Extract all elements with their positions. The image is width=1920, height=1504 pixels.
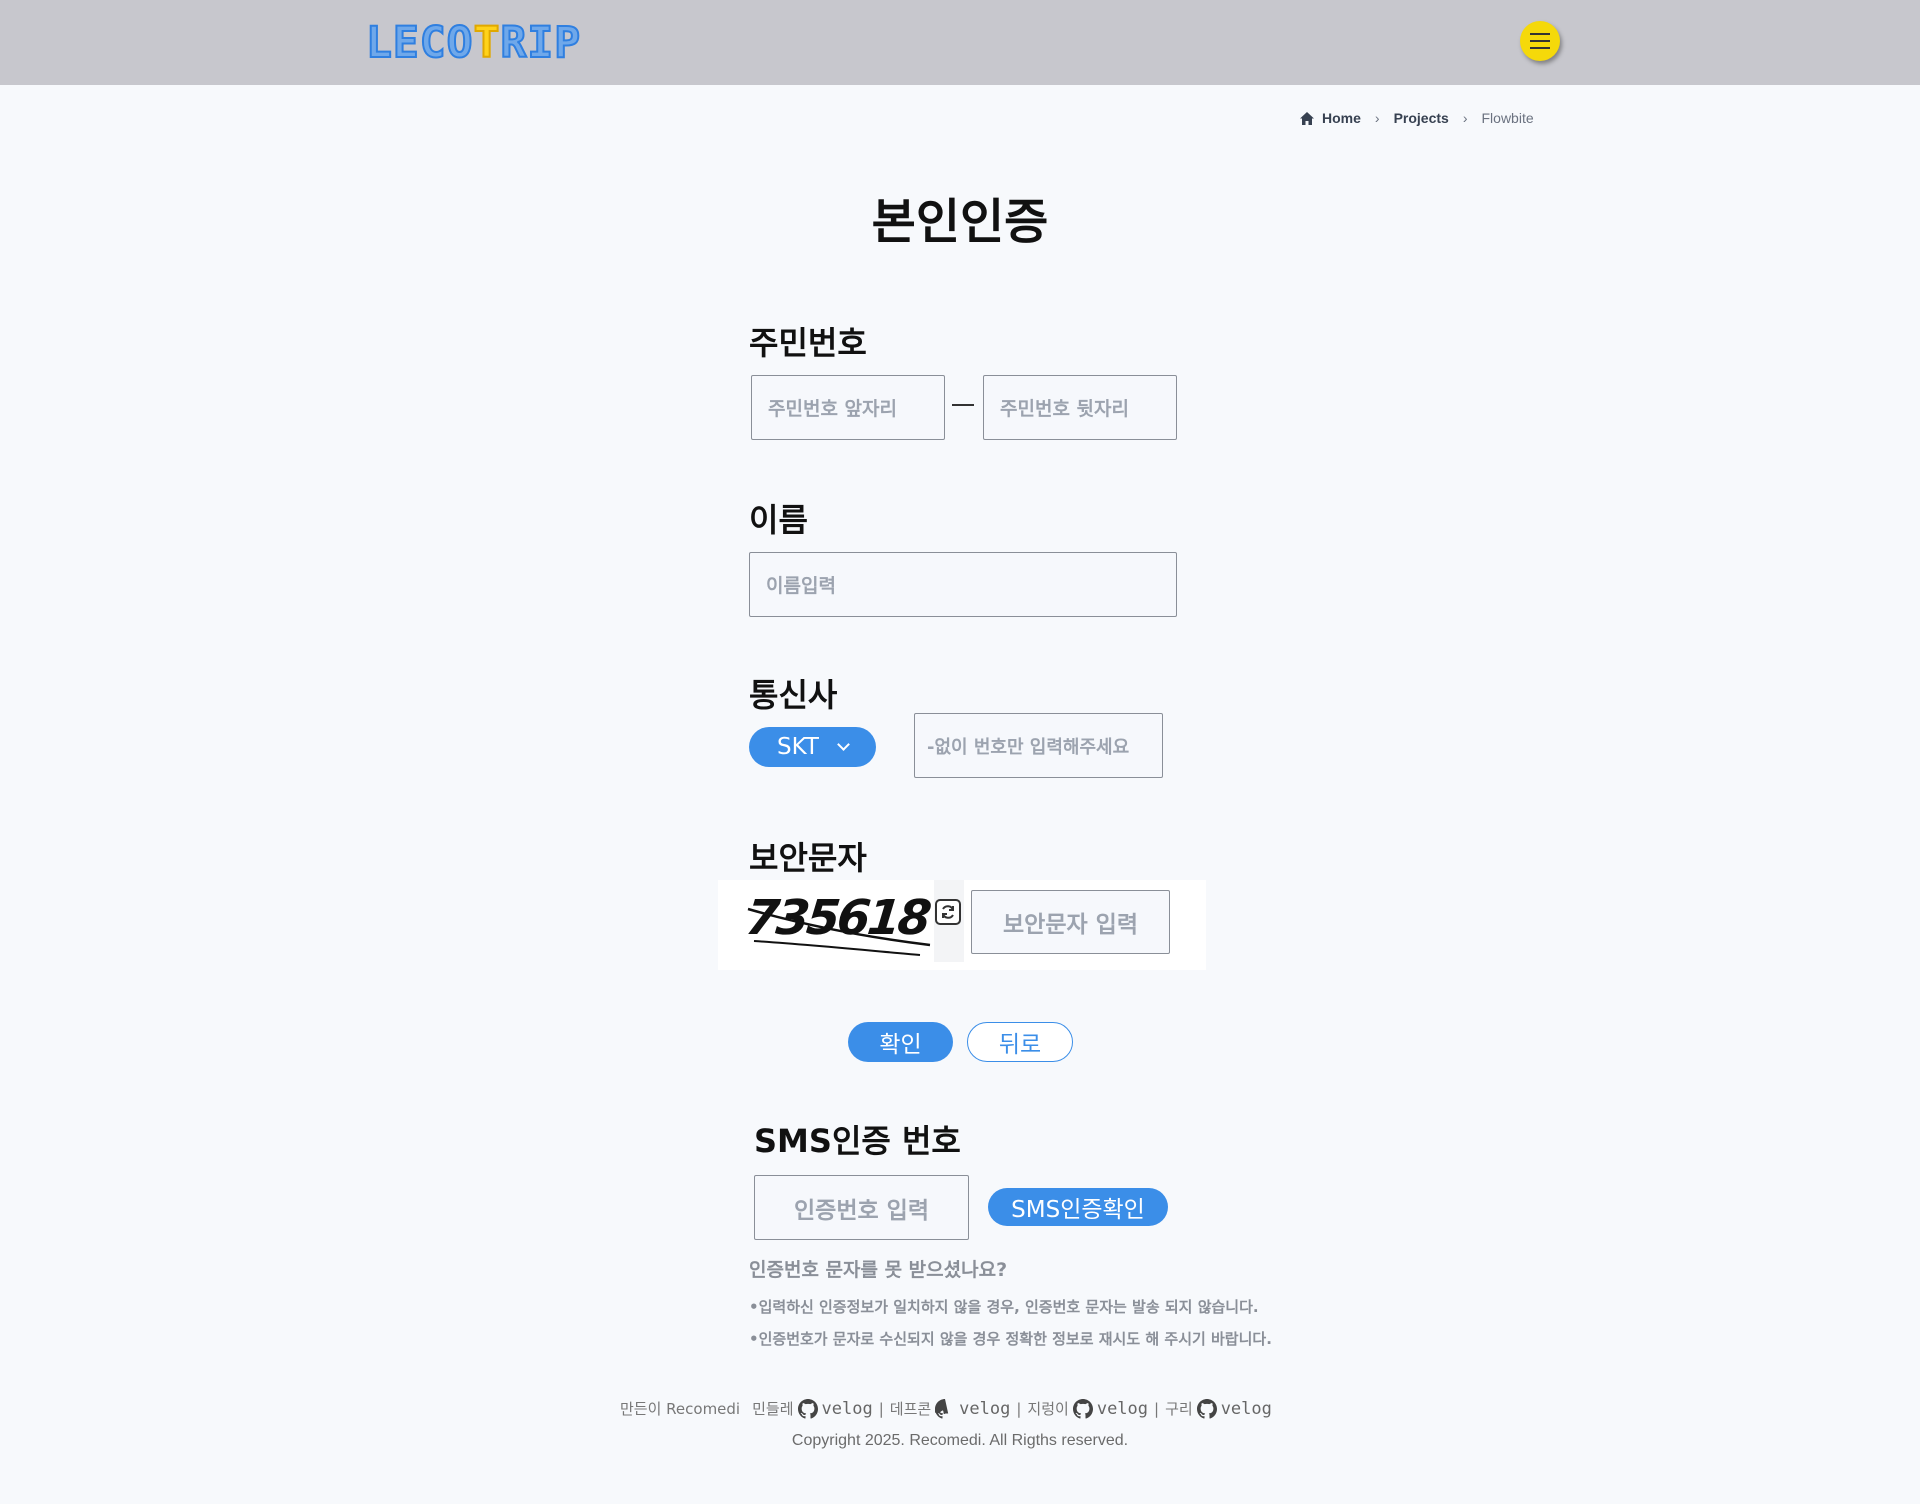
github-icon[interactable]: [1196, 1398, 1217, 1419]
captcha-input[interactable]: 보안문자 입력: [971, 890, 1170, 954]
chevron-down-icon: [837, 737, 850, 751]
sms-code-input[interactable]: 인증번호 입력: [754, 1175, 969, 1240]
confirm-button[interactable]: 확인: [848, 1022, 953, 1062]
back-button[interactable]: 뒤로: [967, 1022, 1073, 1062]
breadcrumb: Home › Projects › Flowbite: [1300, 110, 1534, 126]
rrn-back-input[interactable]: 주민번호 뒷자리: [983, 375, 1177, 440]
rrn-dash: [952, 404, 974, 406]
hamburger-menu-icon[interactable]: [1520, 21, 1560, 61]
github-icon[interactable]: [935, 1398, 955, 1419]
sms-notice-1: •입력하신 인증정보가 일치하지 않을 경우, 인증번호 문자는 발송 되지 않…: [749, 1298, 1259, 1316]
logo-text-3: RIP: [499, 17, 582, 69]
refresh-icon-glyph: [942, 905, 954, 919]
footer-member-name: 지렁이: [1027, 1400, 1069, 1418]
velog-link[interactable]: velog: [959, 1399, 1010, 1419]
sms-label: SMS인증 번호: [754, 1122, 961, 1160]
logo-text-2: T: [473, 17, 501, 69]
phone-input[interactable]: -없이 번호만 입력해주세요: [914, 713, 1163, 778]
lecotrip-logo[interactable]: LECOTRIP: [365, 17, 582, 69]
github-icon[interactable]: [797, 1398, 818, 1419]
name-label: 이름: [749, 501, 808, 539]
velog-link[interactable]: velog: [1097, 1399, 1148, 1419]
rrn-front-input[interactable]: 주민번호 앞자리: [751, 375, 945, 440]
chevron-right-icon: ›: [1462, 110, 1468, 126]
captcha-noise: [747, 907, 931, 956]
breadcrumb-projects[interactable]: Projects: [1394, 110, 1449, 126]
carrier-selected-value: SKT: [777, 734, 819, 760]
top-header: LECOTRIP: [0, 0, 1920, 85]
footer-links: 만든이 Recomedi 민들레 velog | 데프콘 velog | 지렁이…: [620, 1398, 1272, 1419]
footer-separator: |: [1154, 1399, 1160, 1418]
rrn-label: 주민번호: [749, 324, 867, 362]
footer-member-name: 구리: [1165, 1400, 1193, 1418]
sms-confirm-button[interactable]: SMS인증확인: [988, 1188, 1168, 1226]
footer-member-name: 민들레: [752, 1400, 794, 1418]
carrier-label: 통신사: [749, 676, 838, 714]
home-icon: [1300, 111, 1314, 125]
breadcrumb-home[interactable]: Home: [1322, 110, 1361, 126]
chevron-right-icon: ›: [1374, 110, 1380, 126]
carrier-select[interactable]: SKT: [749, 727, 876, 767]
footer-separator: |: [878, 1399, 884, 1418]
sms-notice-title: 인증번호 문자를 못 받으셨나요?: [749, 1259, 1008, 1281]
name-input[interactable]: 이름입력: [749, 552, 1177, 617]
logo-text-1: LECO: [365, 17, 474, 69]
breadcrumb-current: Flowbite: [1481, 110, 1534, 126]
footer-member-name: 데프콘: [889, 1400, 932, 1418]
footer-made-by: 만든이 Recomedi: [620, 1400, 741, 1418]
sms-notice-2: •인증번호가 문자로 수신되지 않을 경우 정확한 정보로 재시도 해 주시기 …: [749, 1330, 1272, 1348]
github-icon[interactable]: [1072, 1398, 1093, 1419]
footer-separator: |: [1016, 1399, 1022, 1418]
velog-link[interactable]: velog: [822, 1399, 873, 1419]
refresh-icon[interactable]: [935, 899, 961, 925]
page-title: 본인인증: [871, 194, 1049, 250]
copyright: Copyright 2025. Recomedi. All Rigths res…: [791, 1432, 1129, 1449]
captcha-label: 보안문자: [749, 839, 867, 877]
velog-link[interactable]: velog: [1221, 1399, 1272, 1419]
